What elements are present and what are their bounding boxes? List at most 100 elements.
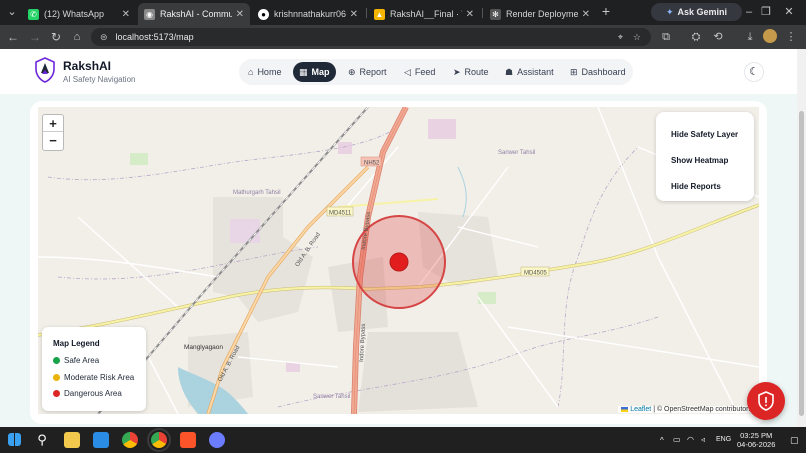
map-tiles[interactable]: NH52 MD4511 MD4505 Sanwer Tahsil Sanwer … bbox=[38, 107, 759, 414]
map-label-sanwer-tahsil: Sanwer Tahsil bbox=[498, 150, 535, 156]
new-tab-button[interactable]: + bbox=[598, 3, 614, 19]
address-bar[interactable]: ⊜ localhost:5173/map ⌖ ☆ bbox=[91, 28, 651, 46]
nav-feed[interactable]: ◁ Feed bbox=[398, 62, 441, 82]
nav-label: Dashboard bbox=[581, 67, 626, 77]
nav-map[interactable]: ▦ Map bbox=[293, 62, 336, 82]
legend-label: Dangerous Area bbox=[64, 389, 122, 398]
scrollbar-thumb[interactable] bbox=[799, 111, 804, 416]
theme-toggle-button[interactable]: ☾ bbox=[744, 62, 764, 82]
map-label-manglyagaon: Manglyagaon bbox=[184, 344, 223, 351]
map-attribution: Leaflet | © OpenStreetMap contributors bbox=[618, 406, 755, 413]
legend-title: Map Legend bbox=[53, 339, 100, 348]
moon-icon: ☾ bbox=[749, 66, 759, 78]
clock-date: 04-06-2026 bbox=[737, 440, 776, 449]
map-label-md4505: MD4505 bbox=[524, 271, 547, 277]
dashboard-icon: ⊞ bbox=[570, 66, 578, 77]
tab-title: (12) WhatsApp bbox=[44, 9, 105, 19]
location-icon[interactable]: ⌖ bbox=[618, 32, 623, 43]
app-header: RakshAI AI Safety Navigation ⌂ Home ▦ Map … bbox=[0, 49, 797, 94]
download-icon[interactable]: ⤓ bbox=[742, 29, 758, 45]
tab-render-deployment[interactable]: ✻ Render Deployment Is ✕ bbox=[484, 3, 596, 25]
zoom-in-button[interactable]: + bbox=[43, 115, 63, 132]
tab-search-icon[interactable]: ⌄ bbox=[4, 4, 20, 20]
shield-alert-icon bbox=[758, 391, 774, 411]
safe-area-dot bbox=[53, 357, 60, 364]
nav-label: Route bbox=[464, 67, 489, 77]
nav-label: Report bbox=[359, 67, 387, 77]
windows-start-icon[interactable] bbox=[8, 433, 21, 446]
shield-logo-icon[interactable] bbox=[35, 57, 55, 83]
rakshai-icon: ◉ bbox=[144, 8, 155, 20]
avatar[interactable] bbox=[763, 29, 777, 43]
site-info-icon[interactable]: ⊜ bbox=[100, 32, 108, 43]
gemini-icon: ✦ bbox=[665, 6, 674, 17]
search-icon[interactable]: ⚲ bbox=[34, 432, 50, 448]
brand-tagline: AI Safety Navigation bbox=[63, 75, 136, 84]
menu-icon[interactable]: ⋮ bbox=[783, 29, 799, 45]
close-icon[interactable]: ✕ bbox=[582, 9, 590, 20]
chrome-icon[interactable] bbox=[122, 432, 138, 448]
restore-icon[interactable]: ❐ bbox=[758, 4, 774, 20]
notification-icon[interactable]: ▢ bbox=[790, 435, 799, 446]
map-card: NH52 MD4511 MD4505 Sanwer Tahsil Sanwer … bbox=[30, 101, 767, 424]
volume-icon[interactable]: ◃ bbox=[701, 435, 705, 444]
window-close-icon[interactable]: ✕ bbox=[781, 4, 797, 20]
map-container[interactable]: NH52 MD4511 MD4505 Sanwer Tahsil Sanwer … bbox=[38, 107, 759, 414]
close-icon[interactable]: ✕ bbox=[466, 9, 474, 20]
incognito-icon[interactable]: ⛭ bbox=[688, 29, 704, 45]
nav-label: Feed bbox=[414, 67, 436, 77]
dangerous-area-dot bbox=[53, 390, 60, 397]
home-icon[interactable]: ⌂ bbox=[69, 29, 85, 45]
language-indicator[interactable]: ENG bbox=[716, 436, 731, 443]
nav-assistant[interactable]: ☗ Assistant bbox=[499, 62, 560, 82]
nav-label: Assistant bbox=[517, 67, 554, 77]
discord-icon[interactable] bbox=[209, 432, 225, 448]
reload-icon[interactable]: ↻ bbox=[48, 29, 64, 45]
close-icon[interactable]: ✕ bbox=[236, 9, 244, 20]
history-icon[interactable]: ⟲ bbox=[710, 29, 726, 45]
close-icon[interactable]: ✕ bbox=[350, 9, 358, 20]
ask-gemini-button[interactable]: ✦ Ask Gemini bbox=[651, 3, 742, 21]
map-label-nh52: NH52 bbox=[364, 161, 380, 167]
tab-title: RakshAI__Final · Web S bbox=[390, 9, 462, 19]
close-icon[interactable]: ✕ bbox=[122, 9, 130, 20]
tab-github[interactable]: ● krishnnathakurr0611-h ✕ bbox=[252, 3, 364, 25]
brave-icon[interactable] bbox=[180, 432, 196, 448]
system-clock[interactable]: 03:25 PM 04-06-2026 bbox=[737, 431, 775, 449]
vscode-icon[interactable] bbox=[93, 432, 109, 448]
toggle-reports-button[interactable]: Hide Reports bbox=[671, 182, 721, 191]
main-nav: ⌂ Home ▦ Map ⊕ Report ◁ Feed ➤ Route ☗ Assista… bbox=[239, 59, 633, 85]
tab-render-final[interactable]: ▲ RakshAI__Final · Web S ✕ bbox=[368, 3, 480, 25]
report-icon: ⊕ bbox=[348, 66, 356, 77]
leaflet-link[interactable]: Leaflet bbox=[630, 406, 651, 413]
zoom-out-button[interactable]: − bbox=[43, 132, 63, 149]
legend-label: Moderate Risk Area bbox=[64, 373, 135, 382]
nav-report[interactable]: ⊕ Report bbox=[342, 62, 393, 82]
toggle-heatmap-button[interactable]: Show Heatmap bbox=[671, 156, 728, 165]
back-icon[interactable]: ← bbox=[5, 29, 21, 45]
extensions-icon[interactable]: ⧉ bbox=[658, 29, 674, 45]
browser-toolbar: ← → ↻ ⌂ ⊜ localhost:5173/map ⌖ ☆ ⧉ ⛭ ⟲ ⤓… bbox=[0, 25, 806, 49]
nav-dashboard[interactable]: ⊞ Dashboard bbox=[564, 62, 632, 82]
tab-title: Render Deployment Is bbox=[506, 9, 578, 19]
page-scrollbar[interactable] bbox=[797, 49, 806, 427]
tab-rakshai[interactable]: ◉ RakshAI - Community ✕ bbox=[138, 3, 250, 25]
clock-time: 03:25 PM bbox=[740, 431, 773, 440]
tray-chevron-icon[interactable]: ^ bbox=[660, 436, 664, 445]
osm-attribution-text: | © OpenStreetMap contributors bbox=[653, 406, 752, 413]
forward-icon[interactable]: → bbox=[27, 29, 43, 45]
browser-tab-bar: ⌄ ✆ (12) WhatsApp ✕ ◉ RakshAI - Communit… bbox=[0, 0, 806, 25]
nav-home[interactable]: ⌂ Home bbox=[242, 62, 287, 82]
toggle-safety-layer-button[interactable]: Hide Safety Layer bbox=[671, 130, 738, 139]
tab-whatsapp[interactable]: ✆ (12) WhatsApp ✕ bbox=[22, 3, 136, 25]
brand-name[interactable]: RakshAI bbox=[63, 59, 111, 73]
minimize-icon[interactable]: – bbox=[741, 4, 757, 20]
sos-button[interactable] bbox=[747, 382, 785, 420]
wifi-icon[interactable]: ◠ bbox=[687, 435, 694, 444]
nav-route[interactable]: ➤ Route bbox=[447, 62, 495, 82]
chrome-active-icon[interactable] bbox=[147, 428, 171, 452]
file-explorer-icon[interactable] bbox=[64, 432, 80, 448]
battery-icon[interactable]: ▭ bbox=[673, 435, 681, 444]
map-label-mathurgarh-tahsil: Mathurgarh Tahsil bbox=[233, 190, 281, 196]
bookmark-star-icon[interactable]: ☆ bbox=[633, 32, 641, 43]
